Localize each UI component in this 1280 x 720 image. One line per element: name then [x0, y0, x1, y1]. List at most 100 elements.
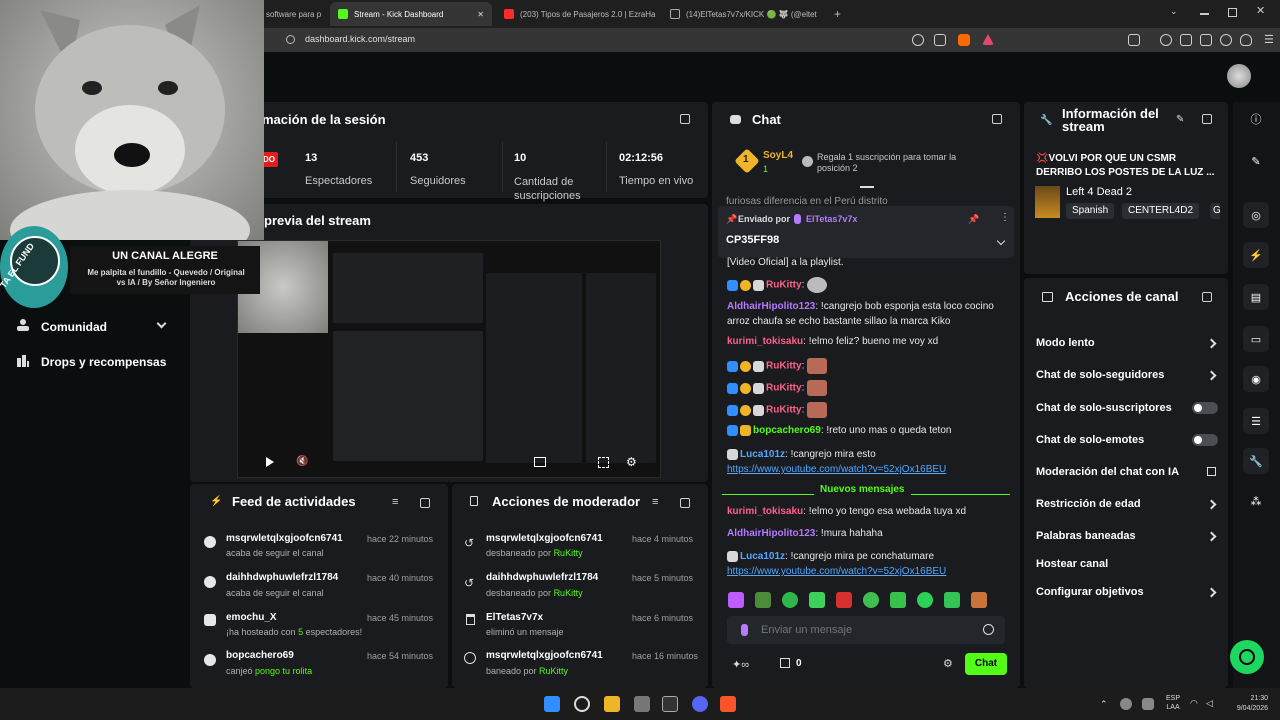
chat-input[interactable] [761, 622, 971, 638]
edit-icon[interactable]: ✎ [1176, 114, 1184, 125]
tab-software[interactable]: software para p [258, 2, 328, 26]
stream-preview-video[interactable]: 🔇 ⚙ [237, 240, 661, 478]
brave-icon[interactable] [720, 696, 736, 712]
feed-item-name[interactable]: emochu_X [226, 612, 277, 623]
filter-icon[interactable]: ≡ [652, 496, 658, 508]
points-store-icon[interactable] [780, 658, 790, 668]
tray-app-icon[interactable] [1120, 698, 1132, 710]
screenshot-icon[interactable] [1128, 34, 1140, 46]
new-tab-button[interactable]: + [826, 2, 846, 26]
menu-icon[interactable]: ☰ [1264, 33, 1274, 46]
expand-icon[interactable] [420, 498, 430, 508]
emoji-icon[interactable] [983, 624, 994, 635]
avatar[interactable] [1227, 64, 1251, 88]
tag-chip[interactable]: Spanish [1066, 203, 1115, 219]
share-icon[interactable] [934, 34, 946, 46]
tag-chip[interactable]: G [1210, 203, 1220, 219]
send-chat-button[interactable]: Chat [965, 653, 1007, 675]
tray-chevron-icon[interactable]: ⌃ [1100, 699, 1108, 710]
emotes-only-toggle[interactable] [1192, 434, 1218, 446]
settings-gear-icon[interactable]: ⚙ [626, 455, 637, 469]
language-indicator[interactable]: ESP LAA [1166, 694, 1180, 712]
windows-start-icon[interactable] [544, 696, 560, 712]
action-banned-words[interactable]: Palabras baneadas [1036, 530, 1136, 542]
gift-user[interactable]: SoyL4 [763, 150, 793, 161]
points-icon[interactable]: ⁂ [1243, 488, 1269, 514]
action-goals[interactable]: Configurar objetivos [1036, 586, 1144, 598]
more-options-icon[interactable]: ⋮ [1000, 212, 1010, 223]
close-window-icon[interactable]: ✕ [1256, 4, 1265, 17]
expand-icon[interactable] [680, 114, 690, 124]
chat-link[interactable]: https://www.youtube.com/watch?v=52xjOx16… [727, 464, 946, 475]
mod-item-name[interactable]: msqrwletqlxgjoofcn6741 [486, 533, 603, 544]
brave-rewards-icon[interactable] [982, 34, 994, 45]
zoom-icon[interactable] [912, 34, 924, 46]
sidebar-item-comunidad[interactable]: Comunidad [41, 320, 107, 334]
emote-icon[interactable] [917, 592, 933, 608]
chat-icon[interactable]: ▭ [1243, 326, 1269, 352]
chat-link[interactable]: https://www.youtube.com/watch?v=52xjOx16… [727, 566, 946, 577]
app-icon[interactable] [634, 696, 650, 712]
url-field[interactable]: dashboard.kick.com/stream [305, 34, 415, 44]
new-messages-label[interactable]: Nuevos mensajes [814, 484, 911, 495]
clock[interactable]: 21:30 9/04/2026 [1226, 694, 1268, 714]
support-chat-button[interactable] [1230, 640, 1264, 674]
tiktok-icon[interactable] [662, 696, 678, 712]
pinned-user[interactable]: ElTetas7v7x [806, 214, 857, 224]
action-host-channel[interactable]: Hostear canal [1036, 558, 1108, 570]
emote-icon[interactable] [755, 592, 771, 608]
wifi-icon[interactable]: ◠ [1190, 698, 1198, 709]
file-explorer-icon[interactable] [604, 696, 620, 712]
vpn-icon[interactable] [1240, 34, 1252, 46]
edit-icon[interactable]: ✎ [1243, 148, 1269, 174]
emote-icon[interactable] [809, 592, 825, 608]
emote-icon[interactable] [863, 592, 879, 608]
pin-handle-icon[interactable] [860, 186, 874, 188]
tab-tiktok[interactable]: (14)ElTetas7v7x/KICK 🟢 🐺 (@eltet [662, 2, 824, 26]
emote-icon[interactable] [971, 592, 987, 608]
mod-item-name[interactable]: ElTetas7v7x [486, 612, 543, 623]
tray-app-icon[interactable] [1142, 698, 1154, 710]
chevron-down-icon[interactable]: ⌄ [1170, 6, 1180, 16]
mod-item-name[interactable]: daihhdwphuwlefrzl1784 [486, 572, 598, 583]
action-slow-mode[interactable]: Modo lento [1036, 337, 1095, 349]
expand-icon[interactable] [680, 498, 690, 508]
mod-item-name[interactable]: msqrwletqlxgjoofcn6741 [486, 650, 603, 661]
sidebar-icon[interactable] [1180, 34, 1192, 46]
emote-icon[interactable] [890, 592, 906, 608]
emote-icon[interactable] [782, 592, 798, 608]
wrench-icon[interactable]: 🔧 [1243, 448, 1269, 474]
maximize-icon[interactable] [1228, 8, 1237, 17]
pip-icon[interactable] [534, 457, 546, 467]
search-icon[interactable] [574, 696, 590, 712]
fullscreen-icon[interactable] [598, 457, 609, 468]
sidebar-item-drops[interactable]: Drops y recompensas [41, 355, 166, 369]
emote-icon[interactable] [836, 592, 852, 608]
action-subscribers-only[interactable]: Chat de solo-suscriptores [1036, 402, 1172, 414]
chevron-down-icon[interactable] [156, 318, 167, 329]
broadcast-icon[interactable]: ◉ [1243, 366, 1269, 392]
tab-youtube[interactable]: (203) Tipos de Pasajeros 2.0 | EzraHa [496, 2, 658, 26]
camera-icon[interactable]: ◎ [1243, 202, 1269, 228]
action-ai-moderation[interactable]: Moderación del chat con IA [1036, 466, 1179, 478]
volume-icon[interactable]: ◁ [1206, 698, 1213, 709]
server-icon[interactable]: ☰ [1243, 408, 1269, 434]
infinity-icon[interactable]: ✦∞ [732, 658, 749, 671]
chat-settings-icon[interactable]: ⚙ [943, 657, 953, 670]
tab-kick-dashboard[interactable]: Stream - Kick Dashboard ✕ [330, 2, 492, 26]
discord-icon[interactable] [692, 696, 708, 712]
unpin-icon[interactable]: 📌 [968, 214, 979, 225]
mute-icon[interactable]: 🔇 [296, 456, 308, 467]
external-link-icon[interactable] [1207, 467, 1216, 476]
game-name[interactable]: Left 4 Dead 2 [1066, 186, 1132, 198]
filter-icon[interactable]: ≡ [392, 496, 398, 508]
action-age-restriction[interactable]: Restricción de edad [1036, 498, 1141, 510]
emote-icon[interactable] [728, 592, 744, 608]
action-emotes-only[interactable]: Chat de solo-emotes [1036, 434, 1144, 446]
tag-chip[interactable]: CENTERL4D2 [1122, 203, 1200, 219]
chevron-down-icon[interactable] [996, 236, 1006, 246]
play-icon[interactable] [266, 457, 274, 467]
bolt-icon[interactable]: ⚡ [1243, 242, 1269, 268]
close-tab-icon[interactable]: ✕ [477, 10, 484, 19]
expand-icon[interactable] [992, 114, 1002, 124]
